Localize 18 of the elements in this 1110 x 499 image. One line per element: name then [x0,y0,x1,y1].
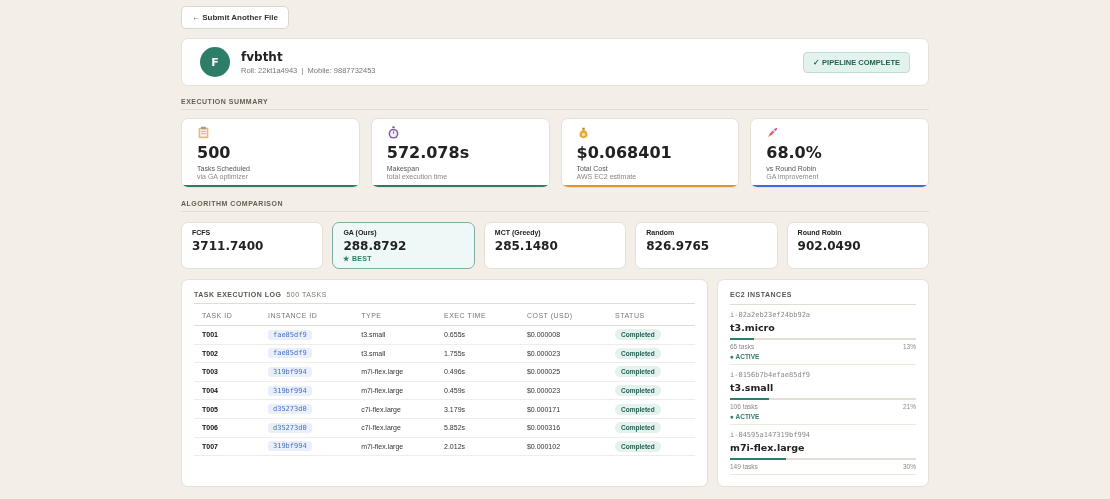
stopwatch-icon [386,126,400,139]
stat-value: 500 [197,143,231,162]
stat-value: 68.0% [766,143,822,162]
instance-type: t3.micro [730,322,775,333]
algorithm-value: 902.0490 [797,239,861,253]
clipboard-icon [197,126,210,139]
instance-type: m7i-flex.large [730,442,805,453]
algorithm-value: 3711.7400 [192,239,264,253]
rocket-icon [766,126,780,139]
student-name: fvbtht [241,49,284,64]
algorithm-value: 285.1480 [494,239,558,253]
avatar: F [200,47,230,77]
instance-type: t3.small [730,382,774,393]
stat-value: 572.078s [386,143,470,162]
back-button[interactable]: ← Submit Another File [181,6,289,29]
stat-value: $0.068401 [576,143,672,162]
algorithm-value: 288.8792 [343,239,407,253]
algorithm-value: 826.9765 [646,239,710,253]
